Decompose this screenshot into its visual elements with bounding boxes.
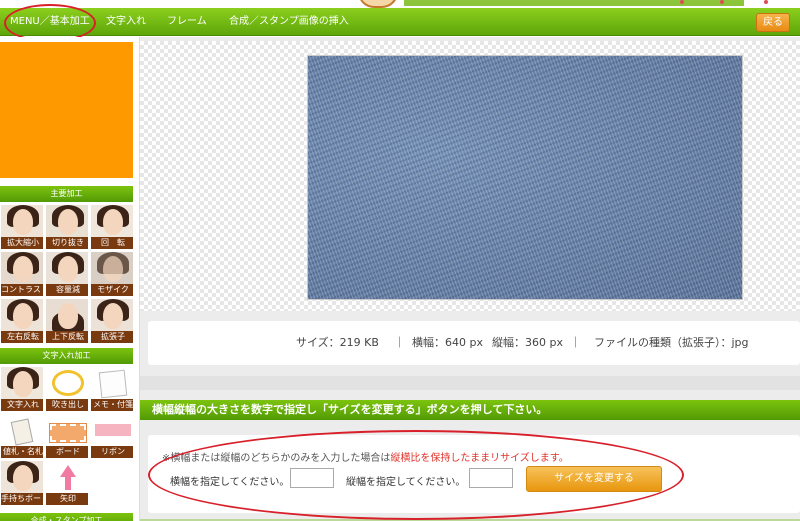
mascot-logo xyxy=(358,0,398,8)
decor-dot xyxy=(680,0,684,4)
section-title-text: 文字入れ加工 xyxy=(0,348,133,364)
thumbnail xyxy=(1,299,43,333)
section-title-main: 主要加工 xyxy=(0,186,133,202)
tool-mosaic[interactable]: モザイク xyxy=(90,251,134,297)
divider-bar xyxy=(140,376,800,390)
file-info-card: サイズ：219 KB ｜ 横幅：640 px 縦幅：360 px ｜ ファイルの… xyxy=(148,321,800,365)
tag-icon xyxy=(10,418,34,446)
main-menu-bar: MENU／基本加工 文字入れ フレーム 合成／スタンプ画像の挿入 戻る xyxy=(0,8,800,36)
tool-flip-vertical[interactable]: 上下反転 xyxy=(45,298,89,344)
tool-resize[interactable]: 拡大縮小 xyxy=(0,204,44,250)
sidebar: 主要加工 拡大縮小 切り抜き 回 転 コントラスト 容量減 モザイク 左右反転 … xyxy=(0,37,140,521)
thumbnail xyxy=(46,461,88,495)
tool-rotate[interactable]: 回 転 xyxy=(90,204,134,250)
tool-contrast[interactable]: コントラスト xyxy=(0,251,44,297)
thumbnail xyxy=(91,299,133,333)
thumbnail xyxy=(1,252,43,286)
image-canvas xyxy=(140,41,800,311)
menu-item-composite[interactable]: 合成／スタンプ画像の挿入 xyxy=(229,8,349,36)
logo-banner xyxy=(404,0,744,6)
thumbnail xyxy=(46,367,88,401)
tool-text[interactable]: 文字入れ xyxy=(0,366,44,412)
info-width: 横幅：640 px xyxy=(412,336,483,349)
thumbnail xyxy=(1,367,43,401)
thumbnail xyxy=(91,367,133,401)
tool-flip-horizontal[interactable]: 左右反転 xyxy=(0,298,44,344)
tool-speech-bubble[interactable]: 吹き出し xyxy=(45,366,89,412)
tool-handheld-board[interactable]: 手持ちボード xyxy=(0,460,44,506)
height-input[interactable] xyxy=(469,468,513,488)
back-button[interactable]: 戻る xyxy=(756,13,790,32)
main-content: サイズ：219 KB ｜ 横幅：640 px 縦幅：360 px ｜ ファイルの… xyxy=(140,37,800,521)
decor-dot xyxy=(764,0,768,4)
menu-item-frame[interactable]: フレーム xyxy=(167,8,207,36)
width-input[interactable] xyxy=(290,468,334,488)
thumbnail xyxy=(1,414,43,448)
menu-item-basic[interactable]: MENU／基本加工 xyxy=(10,8,90,36)
tool-board[interactable]: ボード xyxy=(45,413,89,459)
thumbnail xyxy=(1,461,43,495)
menu-item-text[interactable]: 文字入れ xyxy=(106,8,146,36)
info-size: サイズ：219 KB xyxy=(296,336,379,349)
memo-note-icon xyxy=(98,369,128,399)
speech-bubble-icon xyxy=(52,370,84,396)
preview-image xyxy=(307,55,743,300)
thumbnail xyxy=(46,205,88,239)
thumbnail xyxy=(46,252,88,286)
thumbnail xyxy=(1,205,43,239)
logo-strip xyxy=(0,0,800,8)
tool-memo[interactable]: メモ・付箋 xyxy=(90,366,134,412)
tool-ribbon[interactable]: リボン xyxy=(90,413,134,459)
tool-crop[interactable]: 切り抜き xyxy=(45,204,89,250)
height-field-label: 縦幅を指定してください。 xyxy=(346,477,466,488)
thumbnail xyxy=(91,205,133,239)
thumbnail xyxy=(91,252,133,286)
decor-dot xyxy=(720,0,724,4)
resize-submit-button[interactable]: サイズを変更する xyxy=(526,466,662,492)
thumbnail xyxy=(46,414,88,448)
resize-form: ※横幅または縦幅のどちらかのみを入力した場合は縦横比を保持したままリサイズします… xyxy=(148,435,800,513)
width-field-label: 横幅を指定してください。 xyxy=(170,477,290,488)
info-separator: ｜ xyxy=(570,336,581,349)
tool-price-tag[interactable]: 値札・名札 xyxy=(0,413,44,459)
arrow-shaft xyxy=(65,476,71,490)
thumbnail xyxy=(91,414,133,448)
board-icon xyxy=(49,423,87,443)
resize-note-highlight: 縦横比を保持したままリサイズします。 xyxy=(390,453,569,464)
thumbnail xyxy=(46,299,88,333)
tool-extension[interactable]: 拡張子 xyxy=(90,298,134,344)
info-separator: ｜ xyxy=(394,336,405,349)
ribbon-icon xyxy=(95,424,131,436)
tool-arrow[interactable]: 矢印 xyxy=(45,460,89,506)
ad-banner[interactable] xyxy=(0,42,133,178)
section-title-composite: 合成・スタンプ加工 xyxy=(0,513,133,521)
resize-section-heading: 横幅縦幅の大きさを数字で指定し「サイズを変更する」ボタンを押して下さい。 xyxy=(140,400,800,420)
info-type: ファイルの種類（拡張子）：jpg xyxy=(594,336,749,349)
file-info: サイズ：219 KB ｜ 横幅：640 px 縦幅：360 px ｜ ファイルの… xyxy=(148,321,800,365)
resize-note: ※横幅または縦幅のどちらかのみを入力した場合は縦横比を保持したままリサイズします… xyxy=(162,453,569,464)
tool-compress[interactable]: 容量減 xyxy=(45,251,89,297)
info-height: 縦幅：360 px xyxy=(492,336,563,349)
